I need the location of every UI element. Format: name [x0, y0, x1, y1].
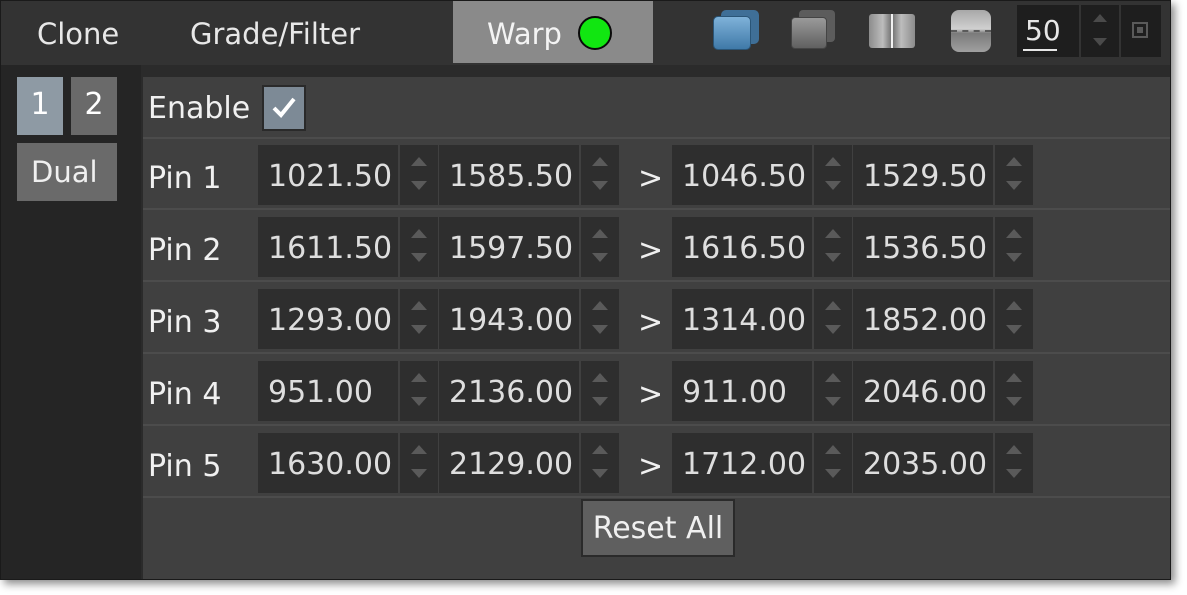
pin-label: Pin 5 [148, 449, 222, 484]
pair-2-button[interactable]: 2 [71, 77, 117, 135]
row-divider [143, 496, 1170, 498]
pin-2-target-x-stepper[interactable] [814, 217, 852, 277]
pin-row-3: Pin 3 1293.00 1943.00 > 1314.00 1852.00 [143, 289, 1170, 361]
pin-5-target-x-stepper[interactable] [814, 433, 852, 493]
gray-layers-icon[interactable] [789, 8, 839, 52]
pin-1-target-x[interactable]: 1046.50 [672, 145, 812, 205]
pin-2-target-y-stepper[interactable] [995, 217, 1033, 277]
pin-3-target-x[interactable]: 1314.00 [672, 289, 812, 349]
pin-4-source-y[interactable]: 2136.00 [439, 361, 579, 421]
pin-3-source-x[interactable]: 1293.00 [258, 289, 398, 349]
chevron-down-icon[interactable] [1093, 38, 1107, 46]
tab-grade-filter[interactable]: Grade/Filter [190, 1, 360, 63]
pin-4-target-y-stepper[interactable] [995, 361, 1033, 421]
zoom-value: 50 [1025, 14, 1061, 47]
pin-square-icon[interactable] [1121, 5, 1161, 57]
arrow-separator: > [638, 449, 664, 484]
pin-1-target-y[interactable]: 1529.50 [853, 145, 993, 205]
pin-label: Pin 2 [148, 233, 222, 268]
pin-3-source-y-stepper[interactable] [581, 289, 619, 349]
pin-label: Pin 1 [148, 161, 222, 196]
pin-1-source-y-stepper[interactable] [581, 145, 619, 205]
pin-row-1: Pin 1 1021.50 1585.50 > 1046.50 1529.50 [143, 145, 1170, 217]
pin-5-target-y[interactable]: 2035.00 [853, 433, 993, 493]
tab-warp[interactable]: Warp [453, 1, 653, 63]
enable-label: Enable [148, 91, 251, 126]
enable-checkbox[interactable] [262, 85, 306, 131]
pin-4-target-x-stepper[interactable] [814, 361, 852, 421]
row-divider [143, 424, 1170, 426]
arrow-separator: > [638, 305, 664, 340]
pin-4-source-y-stepper[interactable] [581, 361, 619, 421]
pin-2-source-x[interactable]: 1611.50 [258, 217, 398, 277]
arrow-separator: > [638, 377, 664, 412]
tab-warp-label: Warp [487, 17, 562, 51]
tab-bar: Clone Grade/Filter Warp 50 [1, 1, 1170, 65]
pin-3-source-x-stepper[interactable] [400, 289, 438, 349]
pin-4-target-x[interactable]: 911.00 [672, 361, 812, 421]
pin-4-target-y[interactable]: 2046.00 [853, 361, 993, 421]
pin-2-source-y-stepper[interactable] [581, 217, 619, 277]
pin-1-source-x[interactable]: 1021.50 [258, 145, 398, 205]
pin-5-target-x[interactable]: 1712.00 [672, 433, 812, 493]
check-icon [272, 97, 296, 118]
row-divider [143, 137, 1170, 139]
pin-row-2: Pin 2 1611.50 1597.50 > 1616.50 1536.50 [143, 217, 1170, 289]
pin-5-source-x[interactable]: 1630.00 [258, 433, 398, 493]
pair-1-button[interactable]: 1 [17, 77, 63, 135]
tab-clone[interactable]: Clone [37, 1, 119, 63]
arrow-separator: > [638, 161, 664, 196]
pin-1-source-x-stepper[interactable] [400, 145, 438, 205]
pin-5-source-x-stepper[interactable] [400, 433, 438, 493]
row-divider [143, 280, 1170, 282]
pin-5-target-y-stepper[interactable] [995, 433, 1033, 493]
side-bar: 1 2 Dual [1, 65, 141, 579]
pin-1-target-y-stepper[interactable] [995, 145, 1033, 205]
pin-3-source-y[interactable]: 1943.00 [439, 289, 579, 349]
row-divider [143, 352, 1170, 354]
horizontal-split-icon[interactable] [947, 8, 997, 52]
pin-1-target-x-stepper[interactable] [814, 145, 852, 205]
pin-2-target-y[interactable]: 1536.50 [853, 217, 993, 277]
pin-3-target-y[interactable]: 1852.00 [853, 289, 993, 349]
zoom-input[interactable]: 50 [1017, 5, 1079, 57]
pin-4-source-x-stepper[interactable] [400, 361, 438, 421]
pin-5-source-y[interactable]: 2129.00 [439, 433, 579, 493]
pin-2-target-x[interactable]: 1616.50 [672, 217, 812, 277]
pin-label: Pin 3 [148, 305, 222, 340]
pin-editor: Enable Pin 1 1021.50 1585.50 > 1046.50 1… [143, 77, 1170, 579]
pin-1-source-y[interactable]: 1585.50 [439, 145, 579, 205]
pin-2-source-y[interactable]: 1597.50 [439, 217, 579, 277]
vertical-split-icon[interactable] [867, 8, 917, 52]
arrow-separator: > [638, 233, 664, 268]
pin-row-4: Pin 4 951.00 2136.00 > 911.00 2046.00 [143, 361, 1170, 433]
warp-panel: Clone Grade/Filter Warp 50 1 2 Dual Enab… [0, 0, 1171, 580]
reset-all-button[interactable]: Reset All [581, 499, 735, 557]
dual-button[interactable]: Dual [17, 143, 117, 201]
pin-3-target-x-stepper[interactable] [814, 289, 852, 349]
zoom-stepper[interactable] [1081, 5, 1119, 57]
blue-layers-icon[interactable] [711, 8, 761, 52]
pin-row-5: Pin 5 1630.00 2129.00 > 1712.00 2035.00 [143, 433, 1170, 505]
pin-3-target-y-stepper[interactable] [995, 289, 1033, 349]
chevron-up-icon[interactable] [1093, 14, 1107, 22]
pin-4-source-x[interactable]: 951.00 [258, 361, 398, 421]
pin-label: Pin 4 [148, 377, 222, 412]
pin-5-source-y-stepper[interactable] [581, 433, 619, 493]
warp-status-indicator-icon [578, 16, 612, 50]
pin-2-source-x-stepper[interactable] [400, 217, 438, 277]
row-divider [143, 208, 1170, 210]
